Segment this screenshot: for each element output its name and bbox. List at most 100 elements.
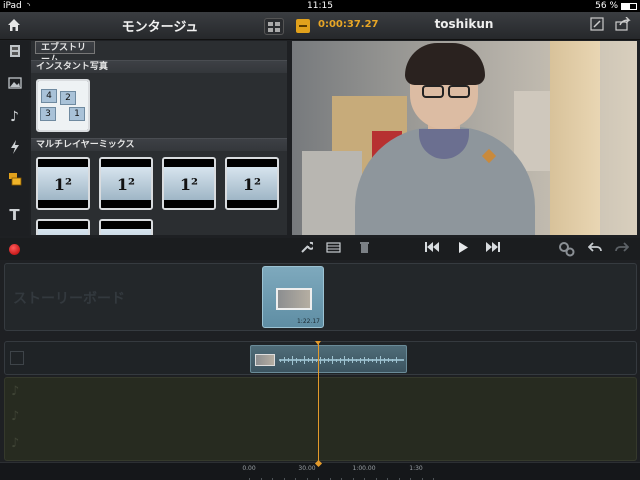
undo-icon[interactable] (587, 241, 603, 257)
clip-duration: 1:22.17 (296, 318, 320, 325)
filmstrip-bottom (227, 200, 277, 208)
preview-box-lower (302, 151, 362, 235)
page-title: モンタージュ (121, 20, 199, 35)
ruler-label: 1:30 (409, 465, 423, 472)
wrench-icon[interactable] (298, 241, 315, 257)
thumbnail-screen: 1² (38, 167, 88, 200)
storyboard-clip[interactable]: 1:22.17 (262, 266, 324, 328)
filmstrip-top (38, 159, 88, 167)
multilayer-thumbnail[interactable]: 1² (36, 157, 90, 210)
play-icon[interactable] (455, 241, 471, 257)
redo-icon[interactable] (614, 241, 630, 257)
instant-photo-thumbnail[interactable]: 4 2 3 1 (36, 79, 90, 132)
clips-icon[interactable] (5, 172, 24, 191)
film-strip-icon (10, 351, 24, 365)
audio-track[interactable]: ♪ ♪ ♪ (4, 377, 637, 461)
music-note-icon: ♪ (11, 409, 20, 424)
waveform-bar (332, 356, 333, 364)
waveform-bar (380, 356, 381, 364)
status-bar: iPad ◝ 11:15 56 % (0, 0, 640, 12)
timecode-display: 0:00:37.27 (318, 19, 379, 30)
waveform-bar (280, 358, 281, 362)
waveform-bar (348, 358, 349, 362)
frames-icon[interactable] (325, 241, 341, 257)
share-icon[interactable] (614, 16, 632, 35)
transport-bar (0, 238, 640, 260)
filmstrip-bottom (164, 200, 214, 208)
thumbnail-label: 1² (179, 175, 199, 194)
thumbnail-screen (101, 229, 151, 235)
multilayer-thumbnail[interactable]: 1² (225, 157, 279, 210)
waveform-bar (308, 358, 309, 362)
clock: 11:15 (307, 1, 333, 11)
preview-person-hair (405, 43, 485, 85)
skip-back-icon[interactable] (424, 241, 440, 257)
waveform-bar (340, 357, 341, 363)
top-toolbar: モンタージュ 0:00:37.27 toshikun (0, 12, 640, 40)
settings-gears-icon[interactable] (558, 241, 575, 257)
thumbnail-label: 1² (53, 175, 73, 194)
grid-icon (268, 22, 273, 26)
multilayer-thumbnail[interactable] (99, 219, 153, 235)
multilayer-thumbnail[interactable]: 1² (99, 157, 153, 210)
grid-icon-cell (268, 28, 273, 32)
waveform-bar (288, 358, 289, 362)
timeline-video-clip[interactable] (250, 345, 407, 373)
waveform-bar (368, 358, 369, 362)
ruler-label: 1:00.00 (352, 465, 376, 472)
record-icon[interactable] (9, 244, 20, 255)
waveform-bar (364, 356, 365, 364)
image-icon[interactable] (5, 76, 24, 95)
clip-icon[interactable] (296, 19, 310, 33)
waveform-bar (388, 358, 389, 362)
trash-icon[interactable] (356, 241, 372, 257)
filmstrip-top (38, 221, 88, 229)
waveform-bar (352, 357, 353, 363)
instant-digit: 3 (40, 107, 56, 121)
home-icon[interactable] (5, 17, 23, 35)
playhead[interactable] (318, 343, 319, 466)
lightning-icon[interactable] (5, 140, 24, 159)
grid-view-button[interactable] (264, 18, 284, 35)
waveform-bar (384, 357, 385, 363)
clip-thumbnail (276, 288, 312, 310)
film-icon[interactable] (5, 44, 24, 63)
edit-icon[interactable] (588, 17, 606, 35)
waveform-bar (392, 358, 393, 362)
preview-glasses-left (422, 85, 444, 98)
instant-photo-preview: 4 2 3 1 (38, 81, 88, 130)
waveform-bar (304, 356, 305, 364)
section-header-instant-photo[interactable]: インスタント写真 (31, 60, 287, 73)
video-track[interactable] (4, 341, 637, 375)
preview-door (550, 41, 600, 235)
multilayer-thumbnail[interactable]: 1² (162, 157, 216, 210)
text-icon[interactable]: T (5, 206, 24, 225)
audio-waveform (279, 355, 404, 365)
section-header-stream[interactable]: エブストリーム (35, 41, 95, 65)
thumbnail-label: 1² (116, 175, 136, 194)
instant-digit: 2 (60, 91, 76, 105)
waveform-bar (300, 358, 301, 362)
battery-percentage: 56 % (595, 1, 618, 11)
waveform-bar (284, 357, 285, 363)
multilayer-thumbnail[interactable] (36, 219, 90, 235)
storyboard-track[interactable]: ストーリーボード 1:22.17 (4, 263, 637, 331)
skip-forward-icon[interactable] (485, 241, 501, 257)
video-preview[interactable] (292, 41, 637, 235)
preview-glasses-right (448, 85, 470, 98)
filmstrip-top (101, 159, 151, 167)
filmstrip-top (101, 221, 151, 229)
project-name: toshikun (434, 17, 494, 31)
section-header-multilayer-mix[interactable]: マルチレイヤーミックス (31, 138, 287, 151)
media-browser: エブストリーム インスタント写真 4 2 3 1 マルチレイヤーミックス 1² … (31, 41, 287, 235)
ruler-label: 0.00 (242, 465, 256, 472)
thumbnail-screen (38, 229, 88, 235)
thumbnail-screen: 1² (101, 167, 151, 200)
waveform-bar (344, 355, 345, 365)
waveform-bar (324, 357, 325, 363)
storyboard-label: ストーリーボード (13, 291, 125, 307)
filmstrip-top (164, 159, 214, 167)
waveform-bar (396, 357, 397, 363)
waveform-bar (376, 357, 377, 363)
music-note-icon[interactable]: ♪ (5, 108, 24, 127)
